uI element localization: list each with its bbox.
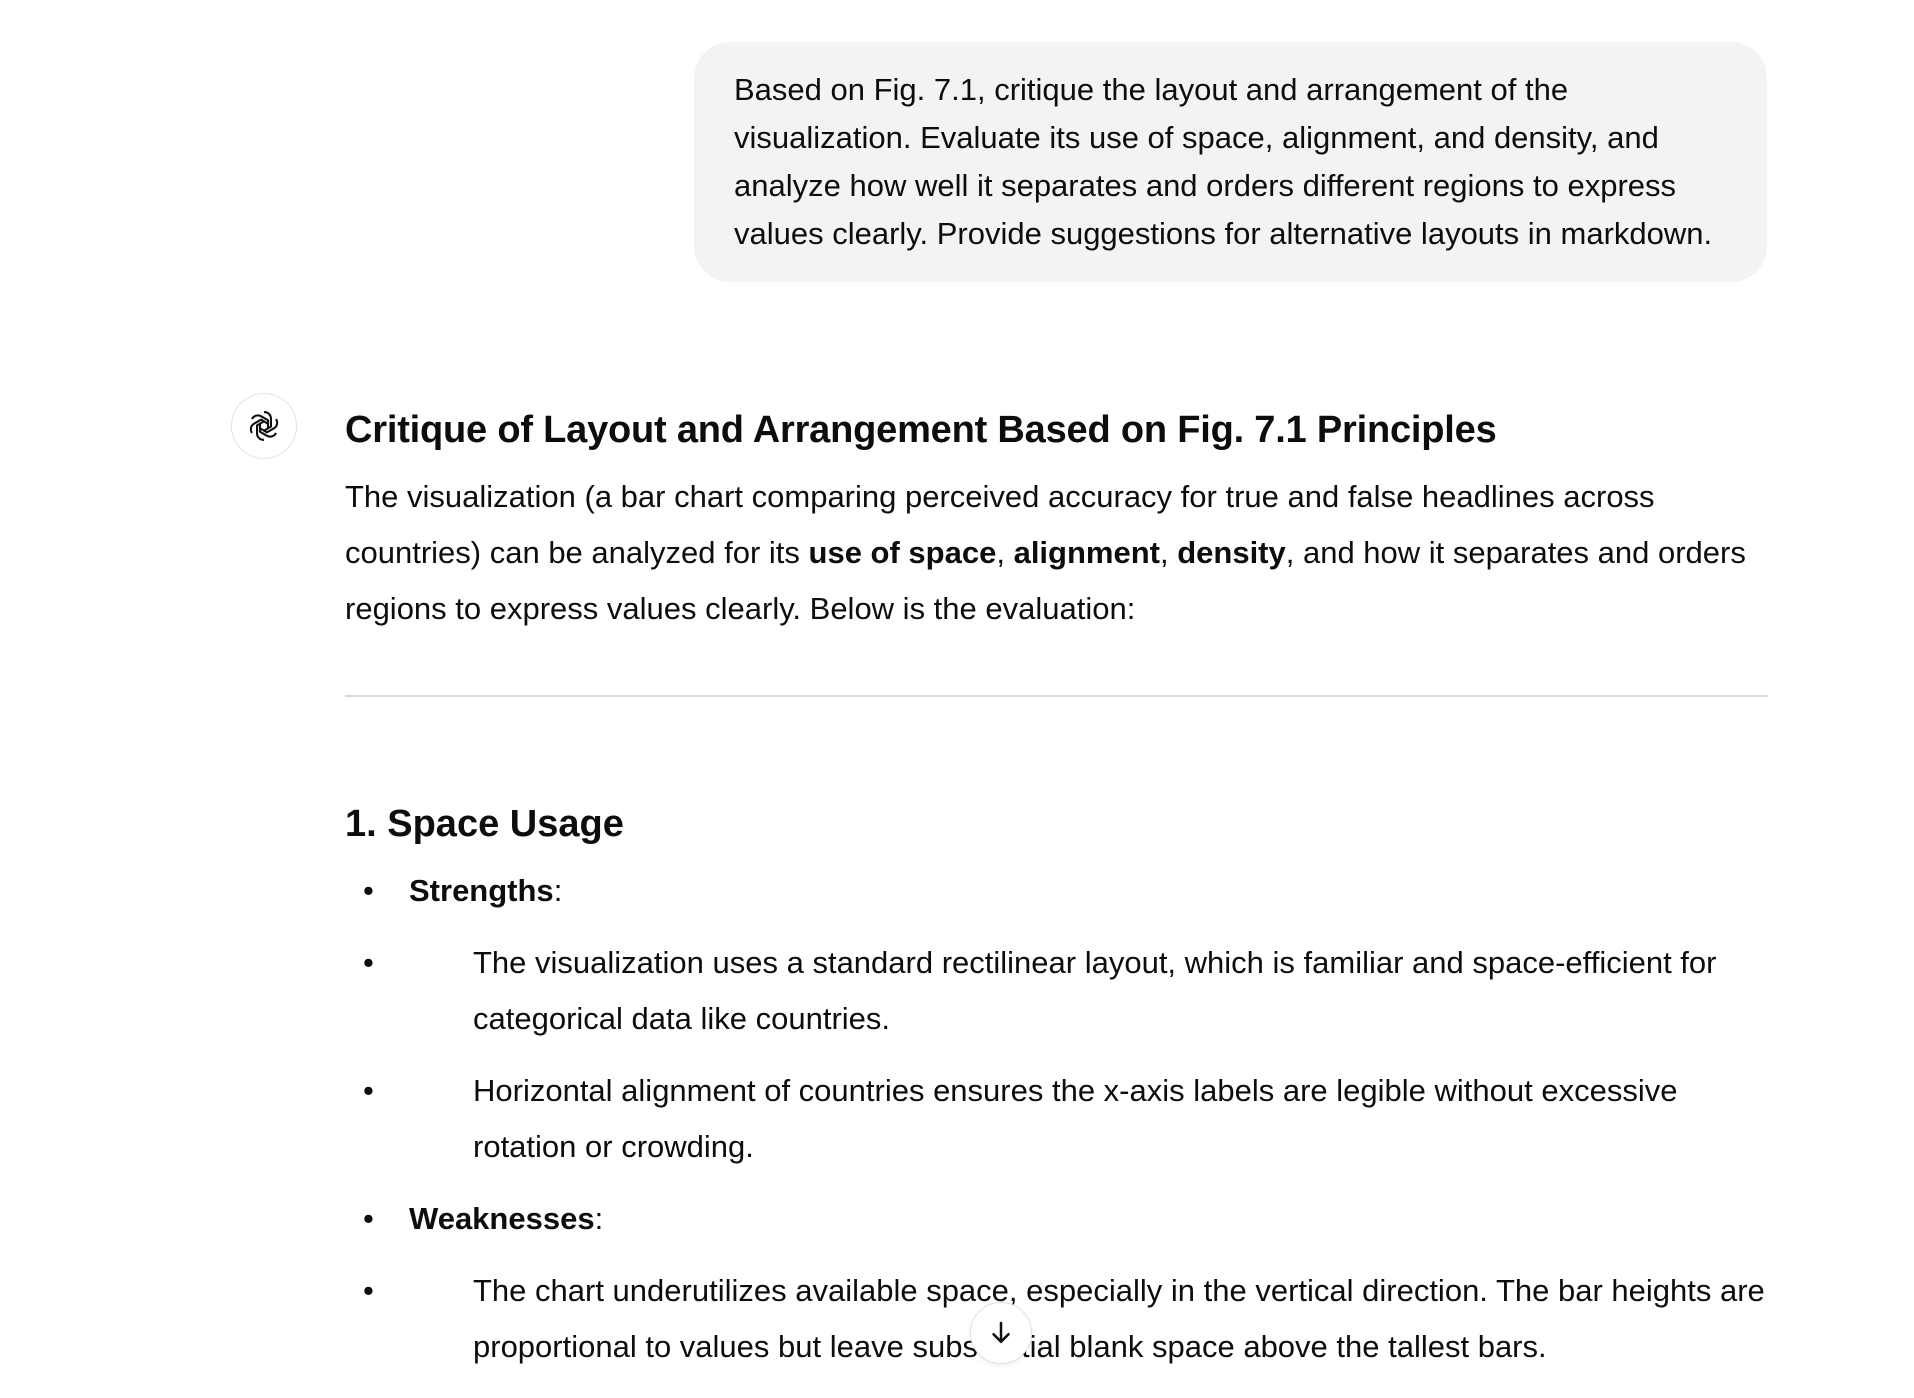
strength-text: The visualization uses a standard rectil… [473,945,1717,1036]
strengths-list: • The visualization uses a standard rect… [363,935,1768,1175]
weaknesses-colon: : [594,1201,604,1236]
intro-bold-density: density [1177,535,1286,570]
openai-logo-icon [249,411,279,441]
bullet: • [363,1201,374,1236]
response-heading: Critique of Layout and Arrangement Based… [345,409,1497,451]
list-item: • Strengths: • The visualization uses a … [345,863,1768,1175]
user-message-text: Based on Fig. 7.1, critique the layout a… [734,72,1713,251]
weakness-text: The chart underutilizes available space,… [473,1273,1765,1364]
strength-text: Horizontal alignment of countries ensure… [473,1073,1678,1164]
list-item: • The chart underutilizes available spac… [363,1263,1768,1375]
space-usage-list: • Strengths: • The visualization uses a … [345,863,1768,1375]
list-item: • The visualization uses a standard rect… [363,935,1768,1047]
strengths-colon: : [553,873,563,908]
list-item: • Horizontal alignment of countries ensu… [363,1063,1768,1175]
list-item: • Weaknesses: • The chart underutilizes … [345,1191,1768,1375]
assistant-avatar [231,393,297,459]
bullet: • [363,1273,374,1308]
user-message-bubble: Based on Fig. 7.1, critique the layout a… [694,42,1767,282]
scroll-to-bottom-button[interactable] [970,1302,1032,1364]
intro-bold-space: use of space [808,535,997,570]
arrow-down-icon [992,1321,1010,1343]
weaknesses-label: Weaknesses [409,1201,595,1236]
intro-sep-1: , [996,535,1014,570]
bullet: • [363,1073,374,1108]
intro-sep-2: , [1159,535,1178,570]
assistant-message: Critique of Layout and Arrangement Based… [345,405,1768,1391]
weaknesses-list: • The chart underutilizes available spac… [363,1263,1768,1375]
intro-paragraph: The visualization (a bar chart comparing… [345,469,1768,637]
bullet: • [363,873,374,908]
section-title-space-usage: 1. Space Usage [345,803,624,845]
section-divider [345,695,1768,697]
strengths-label: Strengths [409,873,554,908]
intro-bold-alignment: alignment [1013,535,1160,570]
bullet: • [363,945,374,980]
